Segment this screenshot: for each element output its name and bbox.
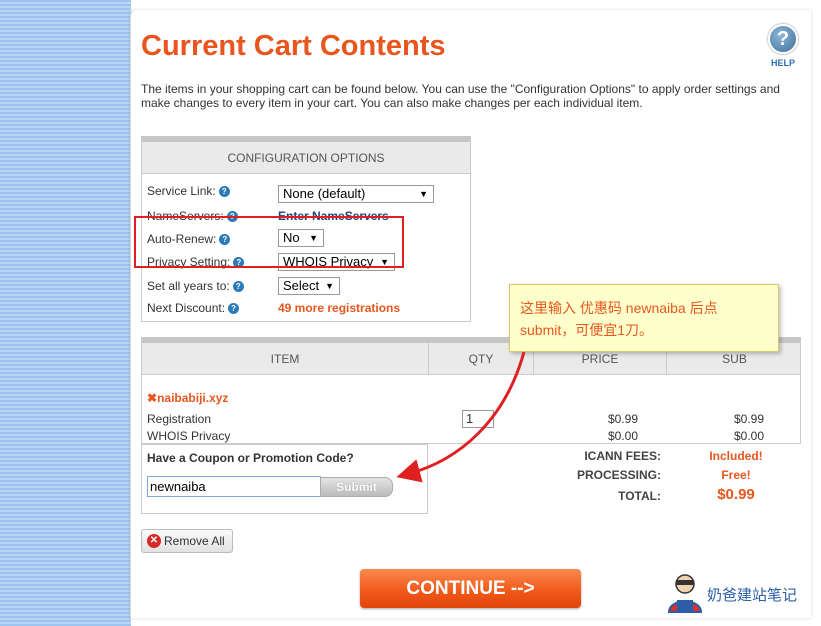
domain-name: naibabiji.xyz: [157, 391, 229, 405]
help-button[interactable]: ? HELP: [766, 24, 800, 68]
coupon-question: Have a Coupon or Promotion Code?: [147, 451, 354, 465]
help-label: HELP: [770, 58, 795, 68]
set-years-select[interactable]: Select ▼: [278, 277, 340, 295]
header-item: ITEM: [142, 343, 429, 375]
configuration-header: CONFIGURATION OPTIONS: [142, 142, 470, 174]
icann-label: ICANN FEES:: [584, 449, 661, 463]
info-icon[interactable]: ?: [218, 186, 230, 197]
dropdown-arrow-icon: ▼: [419, 189, 428, 199]
page-background: [0, 0, 131, 626]
set-years-value: Select: [283, 278, 320, 293]
service-link-select[interactable]: None (default) ▼: [278, 185, 434, 203]
service-link-label: Service Link:: [147, 184, 216, 198]
watermark-text: 奶爸建站笔记: [707, 587, 798, 604]
processing-value: Free!: [721, 468, 751, 482]
row-privacy-price: $0.00: [608, 429, 639, 443]
coupon-panel: Have a Coupon or Promotion Code? Submit: [141, 444, 428, 514]
domain-item: ✖naibabiji.xyz: [147, 391, 228, 405]
dropdown-arrow-icon: ▼: [325, 281, 334, 291]
total-label: TOTAL:: [618, 489, 661, 503]
quantity-select[interactable]: 1: [462, 410, 494, 428]
delete-icon[interactable]: ✖: [147, 391, 157, 405]
next-discount-label: Next Discount:: [147, 301, 226, 315]
next-discount-value: 49 more registrations: [278, 301, 401, 315]
row-registration-sub: $0.99: [734, 412, 765, 426]
row-registration-price: $0.99: [608, 412, 639, 426]
continue-button[interactable]: CONTINUE -->: [360, 569, 581, 608]
set-years-row: Set all years to:?: [147, 279, 244, 293]
quantity-value: 1: [466, 411, 474, 426]
remove-all-button[interactable]: ✕ Remove All: [141, 529, 233, 553]
service-link-row: Service Link:?: [147, 184, 230, 198]
info-icon[interactable]: ?: [232, 281, 244, 292]
info-icon[interactable]: ?: [228, 303, 240, 314]
row-registration-name: Registration: [147, 412, 212, 426]
page-title: Current Cart Contents: [141, 30, 446, 62]
total-value: $0.99: [717, 486, 755, 503]
next-discount-row: Next Discount:?: [147, 301, 240, 315]
annotation-note: 这里输入 优惠码 newnaiba 后点 submit，可便宜1刀。: [509, 284, 779, 352]
row-privacy-name: WHOIS Privacy: [147, 429, 231, 443]
intro-text: The items in your shopping cart can be f…: [141, 82, 780, 110]
highlight-box: [134, 216, 404, 268]
processing-label: PROCESSING:: [576, 468, 661, 482]
remove-all-label: Remove All: [164, 534, 225, 548]
coupon-input[interactable]: [147, 476, 321, 497]
remove-icon: ✕: [147, 534, 161, 548]
avatar-icon: [667, 574, 703, 613]
set-years-label: Set all years to:: [147, 279, 230, 293]
icann-value: Included!: [709, 449, 763, 463]
watermark: 奶爸建站笔记: [665, 572, 815, 614]
submit-button[interactable]: Submit: [320, 477, 393, 497]
service-link-value: None (default): [283, 186, 366, 201]
row-privacy-sub: $0.00: [734, 429, 765, 443]
help-icon: ?: [768, 24, 798, 54]
cart-items-table: ITEM QTY PRICE SUB ✖naibabiji.xyz Regist…: [141, 337, 801, 444]
